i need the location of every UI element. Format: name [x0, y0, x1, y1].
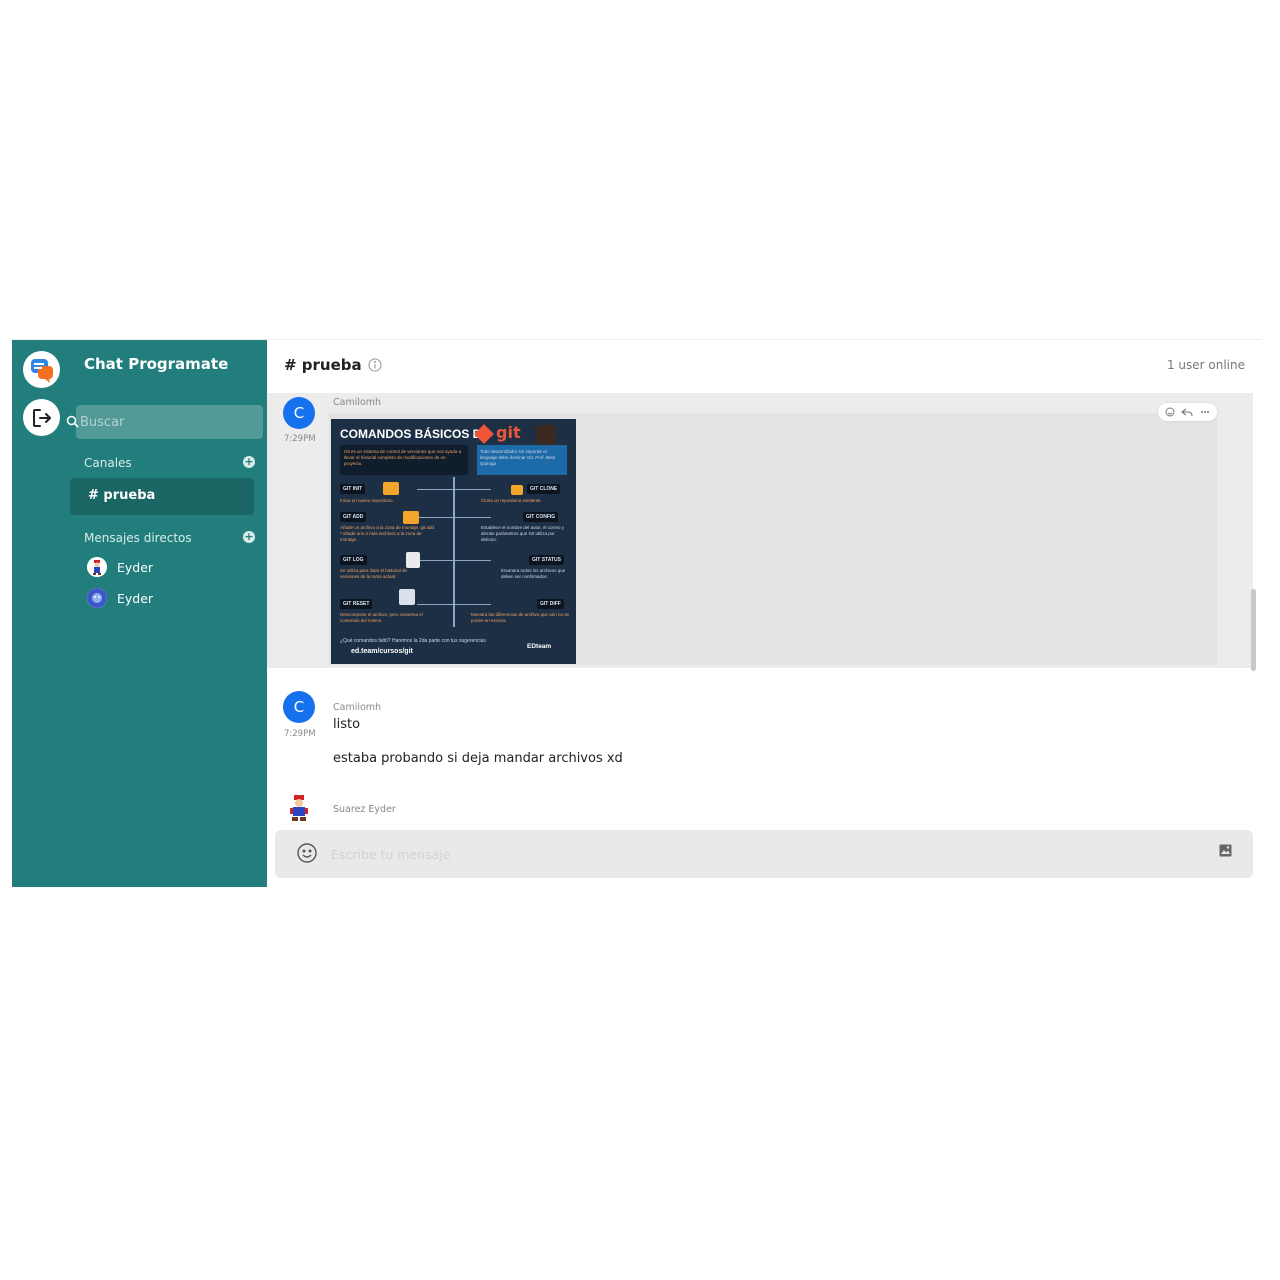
image-brand: git: [496, 423, 521, 442]
command-label: GIT INIT: [340, 484, 366, 494]
image-title: COMANDOS BÁSICOS DE: [340, 427, 490, 441]
message-time: 7:29PM: [284, 729, 316, 739]
message-time: 7:29PM: [284, 434, 316, 444]
dm-name: Eyder: [117, 559, 154, 575]
command-desc: Inicia un nuevo repositorio.: [340, 498, 394, 503]
image-footer-question: ¿Qué comandos faltó? Haremos la 2da part…: [340, 638, 486, 644]
image-footer-link: ed.team/cursos/git: [351, 648, 413, 655]
message-composer: [275, 830, 1253, 878]
message-text: listo: [333, 717, 361, 732]
avatar: [87, 557, 107, 577]
tree-branch: [417, 489, 491, 490]
avatar[interactable]: C: [283, 397, 315, 429]
command-desc: Se utiliza para listar el historial de v…: [340, 568, 408, 579]
command-label: GIT ADD: [340, 512, 367, 522]
dm-item[interactable]: Eyder: [87, 587, 153, 609]
chat-bubbles-icon: [30, 358, 53, 383]
command-desc: Añade un archivo a la zona de montaje. g…: [340, 525, 435, 542]
channel-title: # prueba: [284, 356, 362, 374]
dm-name: Eyder: [117, 590, 154, 606]
scrollbar[interactable]: [1251, 589, 1256, 671]
users-online-count: 1 user online: [1166, 358, 1245, 372]
message-text: estaba probando si deja mandar archivos …: [333, 751, 623, 766]
avatar[interactable]: [289, 793, 309, 823]
message-author[interactable]: Camilomh: [333, 397, 381, 408]
archive-icon: [399, 589, 415, 605]
command-label: GIT RESET: [340, 599, 373, 609]
app-title: Chat Programate: [84, 355, 229, 373]
command-desc: Clona un repositorio existente.: [481, 498, 542, 503]
smiley-icon[interactable]: [1165, 407, 1175, 417]
chat-app: Chat Programate Canales + # prueba Mensa…: [12, 339, 1262, 887]
emoji-icon[interactable]: [296, 842, 318, 864]
channels-label: Canales: [84, 456, 132, 470]
logout-button[interactable]: [23, 399, 60, 436]
app-logo[interactable]: [23, 351, 60, 388]
sidebar: Chat Programate Canales + # prueba Mensa…: [12, 340, 267, 887]
tree-branch: [417, 517, 491, 518]
image-icon[interactable]: [1219, 844, 1232, 857]
command-desc: Enumera todos los archivos que deben ser…: [501, 568, 566, 579]
avatar[interactable]: C: [283, 691, 315, 723]
direct-messages-label: Mensajes directos: [84, 531, 192, 545]
avatar: [87, 588, 107, 608]
info-icon[interactable]: [368, 358, 382, 372]
tree-branch: [417, 560, 491, 561]
logout-icon: [32, 408, 51, 427]
dm-item[interactable]: Eyder: [87, 556, 153, 578]
command-desc: Descompone el archivo, pero conserva el …: [340, 612, 423, 623]
command-desc: Muestra las diferencias de archivo que a…: [471, 612, 570, 623]
more-icon[interactable]: [1200, 407, 1210, 417]
attachment-image[interactable]: COMANDOS BÁSICOS DE git Git es un sistem…: [331, 419, 576, 664]
command-label: GIT STATUS: [529, 555, 564, 565]
tree-branch: [417, 604, 491, 605]
reply-icon[interactable]: [1181, 407, 1194, 417]
image-footer-brand: EDteam: [527, 643, 552, 650]
message-actions: [1158, 403, 1217, 421]
message-list[interactable]: C 7:29PM Camilomh COMANDOS BÁSICOS DE gi…: [267, 393, 1262, 825]
search-box: [66, 405, 263, 439]
folder-icon: [511, 485, 523, 495]
command-label: GIT CLONE: [527, 484, 561, 494]
folder-icon: [383, 482, 399, 495]
search-input[interactable]: [80, 405, 260, 439]
command-desc: Establece el nombre del autor, el correo…: [481, 525, 565, 542]
add-direct-message-button[interactable]: +: [243, 531, 255, 543]
command-label: GIT CONFIG: [523, 512, 559, 522]
message-author[interactable]: Suarez Eyder: [333, 804, 396, 815]
message-author[interactable]: Camilomh: [333, 702, 381, 713]
teacher-photo: [536, 425, 556, 447]
message-input[interactable]: [331, 842, 1181, 866]
search-icon: [66, 415, 79, 428]
command-label: GIT DIFF: [537, 599, 564, 609]
add-channel-button[interactable]: +: [243, 456, 255, 468]
sidebar-item-prueba[interactable]: # prueba: [70, 478, 254, 515]
main-panel: # prueba 1 user online C 7:29PM Camilomh…: [267, 340, 1262, 887]
command-label: GIT LOG: [340, 555, 367, 565]
intro-right-text: Todo desarrollador sin importar el lengu…: [480, 449, 556, 466]
folder-icon: [403, 511, 419, 524]
document-icon: [406, 552, 420, 568]
intro-left-text: Git es un sistema de control de versione…: [344, 449, 462, 466]
